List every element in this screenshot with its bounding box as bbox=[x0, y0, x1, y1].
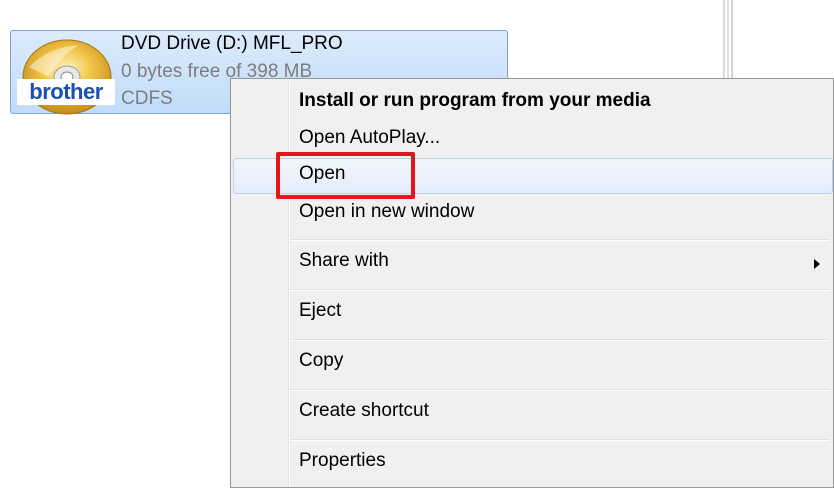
menu-item-label: Eject bbox=[299, 300, 342, 321]
drive-file-system-label: CDFS bbox=[121, 88, 173, 109]
context-menu: Install or run program from your media O… bbox=[230, 78, 834, 488]
menu-item-label: Properties bbox=[299, 450, 386, 471]
menu-separator bbox=[290, 339, 829, 341]
drive-name-label: DVD Drive (D:) MFL_PRO bbox=[121, 33, 343, 54]
menu-item-open-autoplay[interactable]: Open AutoPlay... bbox=[233, 122, 833, 158]
brother-logo: brother bbox=[17, 79, 115, 105]
menu-separator bbox=[290, 289, 829, 291]
menu-item-properties[interactable]: Properties bbox=[233, 445, 833, 481]
menu-item-open[interactable]: Open bbox=[233, 158, 833, 194]
submenu-arrow-icon bbox=[814, 259, 820, 269]
menu-item-open-in-new-window[interactable]: Open in new window bbox=[233, 196, 833, 232]
menu-item-label: Open bbox=[299, 163, 346, 184]
menu-item-label: Create shortcut bbox=[299, 400, 429, 421]
menu-separator bbox=[290, 239, 829, 241]
menu-separator bbox=[290, 439, 829, 441]
menu-item-eject[interactable]: Eject bbox=[233, 295, 833, 331]
menu-item-copy[interactable]: Copy bbox=[233, 345, 833, 381]
menu-item-label: Install or run program from your media bbox=[299, 90, 651, 111]
menu-separator bbox=[290, 389, 829, 391]
menu-item-label: Open AutoPlay... bbox=[299, 127, 441, 148]
menu-item-label: Copy bbox=[299, 350, 344, 371]
menu-item-create-shortcut[interactable]: Create shortcut bbox=[233, 395, 833, 431]
menu-item-share-with[interactable]: Share with bbox=[233, 245, 833, 281]
menu-item-install-or-run[interactable]: Install or run program from your media bbox=[233, 85, 833, 121]
menu-item-label: Share with bbox=[299, 250, 389, 271]
menu-item-label: Open in new window bbox=[299, 201, 475, 222]
